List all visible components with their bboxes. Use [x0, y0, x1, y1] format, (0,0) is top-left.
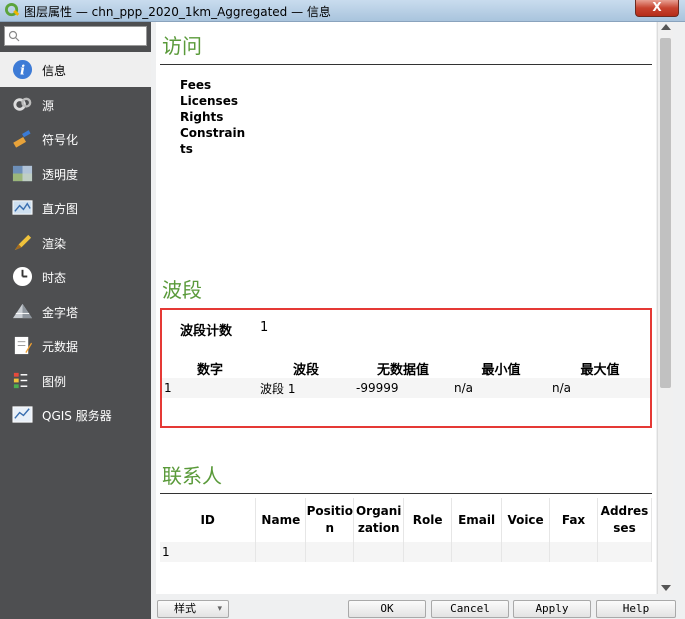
- sidebar-item-label: 符号化: [42, 133, 79, 147]
- qgis-logo-icon: [5, 3, 20, 17]
- symbology-icon: [13, 130, 31, 148]
- access-field-rights: Rights: [180, 110, 224, 124]
- vertical-scrollbar[interactable]: [657, 22, 673, 594]
- sidebar-item-label: 渲染: [42, 236, 67, 251]
- column-header: 数字: [196, 362, 223, 378]
- bands-highlight-box: 波段计数 1 数字 波段 无数据值 最小值 最大值 1 波段 1 -99999 …: [160, 308, 652, 428]
- table-cell: 1: [160, 542, 257, 562]
- table-cell: n/a: [452, 378, 550, 398]
- info-icon: i: [12, 59, 33, 80]
- access-field-constraints: Constraints: [180, 126, 246, 156]
- search-input[interactable]: [4, 26, 147, 46]
- table-cell: [255, 542, 307, 562]
- sidebar-item-symbology[interactable]: 符号化: [0, 121, 151, 156]
- cancel-button[interactable]: Cancel: [431, 600, 509, 618]
- column-header: 无数据值: [376, 362, 429, 378]
- table-cell: [549, 542, 598, 562]
- sidebar-item-legend[interactable]: 图例: [0, 363, 151, 398]
- sidebar-item-histogram[interactable]: 直方图: [0, 190, 151, 225]
- access-fields: Fees Licenses Rights Constraints: [180, 77, 250, 157]
- apply-button[interactable]: Apply: [513, 600, 591, 618]
- source-icon: [13, 97, 32, 111]
- sidebar-item-label: 金字塔: [42, 305, 79, 320]
- table-cell: n/a: [550, 378, 650, 398]
- metadata-icon: [14, 336, 33, 355]
- column-header: 波段: [292, 362, 319, 378]
- table-row: 1 波段 1 -99999 n/a n/a: [162, 378, 650, 398]
- scroll-up-arrow-icon[interactable]: [661, 24, 671, 30]
- column-header: 最小值: [481, 362, 521, 378]
- column-header: Role: [403, 498, 453, 542]
- table-cell: 1: [162, 378, 258, 398]
- table-cell: [501, 542, 551, 562]
- scroll-down-arrow-icon[interactable]: [661, 585, 671, 591]
- divider: [160, 493, 652, 494]
- table-cell: [305, 542, 355, 562]
- column-header: Organization: [353, 498, 405, 542]
- column-header: 最大值: [580, 362, 620, 378]
- sidebar-item-info[interactable]: i 信息: [0, 52, 151, 87]
- style-button-label: 样式: [174, 602, 196, 615]
- table-row: 1: [160, 542, 652, 562]
- ok-button[interactable]: OK: [348, 600, 426, 618]
- sidebar-nav: i 信息 源 符号化 透明度 直方图 渲染 时态 金字塔 元数据 图例 QGIS…: [0, 52, 151, 432]
- sidebar: i 信息 源 符号化 透明度 直方图 渲染 时态 金字塔 元数据 图例 QGIS…: [0, 22, 151, 619]
- column-header: Email: [451, 498, 503, 542]
- window-title: 图层属性 — chn_ppp_2020_1km_Aggregated — 信息: [24, 5, 331, 19]
- info-panel: 访问 Fees Licenses Rights Constraints 波段 波…: [156, 22, 656, 594]
- contacts-table: ID Name Position Organization Role Email…: [160, 498, 652, 562]
- server-icon: [12, 406, 33, 423]
- table-cell: [451, 542, 503, 562]
- access-field-fees: Fees: [180, 78, 212, 92]
- sidebar-item-label: 源: [42, 98, 55, 113]
- section-title-access: 访问: [162, 34, 202, 58]
- title-bar: 图层属性 — chn_ppp_2020_1km_Aggregated — 信息 …: [0, 0, 685, 22]
- render-icon: [14, 234, 32, 250]
- divider: [160, 64, 652, 65]
- sidebar-item-label: QGIS 服务器: [42, 409, 112, 423]
- histogram-icon: [12, 200, 33, 215]
- bands-table: 数字 波段 无数据值 最小值 最大值 1 波段 1 -99999 n/a n/a: [162, 358, 650, 398]
- svg-text:i: i: [20, 62, 25, 78]
- column-header: Voice: [501, 498, 551, 542]
- scrollbar-thumb[interactable]: [660, 38, 671, 388]
- column-header: Fax: [549, 498, 598, 542]
- band-count-label: 波段计数: [180, 324, 233, 339]
- chevron-down-icon: ▾: [217, 604, 222, 614]
- pyramid-icon: [12, 303, 33, 318]
- sidebar-item-qgis-server[interactable]: QGIS 服务器: [0, 397, 151, 432]
- sidebar-item-render[interactable]: 渲染: [0, 225, 151, 260]
- band-count-value: 1: [260, 320, 269, 335]
- sidebar-item-label: 透明度: [42, 167, 79, 182]
- sidebar-item-label: 元数据: [42, 340, 79, 354]
- sidebar-item-label: 图例: [42, 374, 67, 389]
- column-header: Position: [305, 498, 355, 542]
- table-cell: [597, 542, 652, 562]
- table-cell: -99999: [354, 378, 452, 398]
- section-title-contacts: 联系人: [162, 464, 222, 488]
- sidebar-item-transparency[interactable]: 透明度: [0, 156, 151, 191]
- close-button[interactable]: X: [635, 0, 679, 17]
- legend-icon: [13, 372, 28, 388]
- sidebar-item-label: 直方图: [42, 202, 79, 216]
- clock-icon: [12, 266, 33, 287]
- table-cell: 波段 1: [258, 378, 354, 398]
- sidebar-item-metadata[interactable]: 元数据: [0, 328, 151, 363]
- column-header: ID: [160, 498, 257, 542]
- sidebar-item-label: 时态: [42, 271, 67, 285]
- search-icon: [8, 30, 20, 42]
- table-cell: [353, 542, 405, 562]
- style-dropdown-button[interactable]: 样式 ▾: [157, 600, 229, 618]
- sidebar-item-temporal[interactable]: 时态: [0, 259, 151, 294]
- transparency-icon: [12, 165, 33, 181]
- section-title-bands: 波段: [162, 278, 202, 302]
- help-button[interactable]: Help: [596, 600, 676, 618]
- access-field-licenses: Licenses: [180, 94, 238, 108]
- sidebar-item-pyramids[interactable]: 金字塔: [0, 294, 151, 329]
- sidebar-item-label: 信息: [42, 64, 67, 78]
- table-cell: [403, 542, 453, 562]
- sidebar-item-source[interactable]: 源: [0, 87, 151, 122]
- column-header: Addresses: [597, 498, 652, 542]
- column-header: Name: [255, 498, 307, 542]
